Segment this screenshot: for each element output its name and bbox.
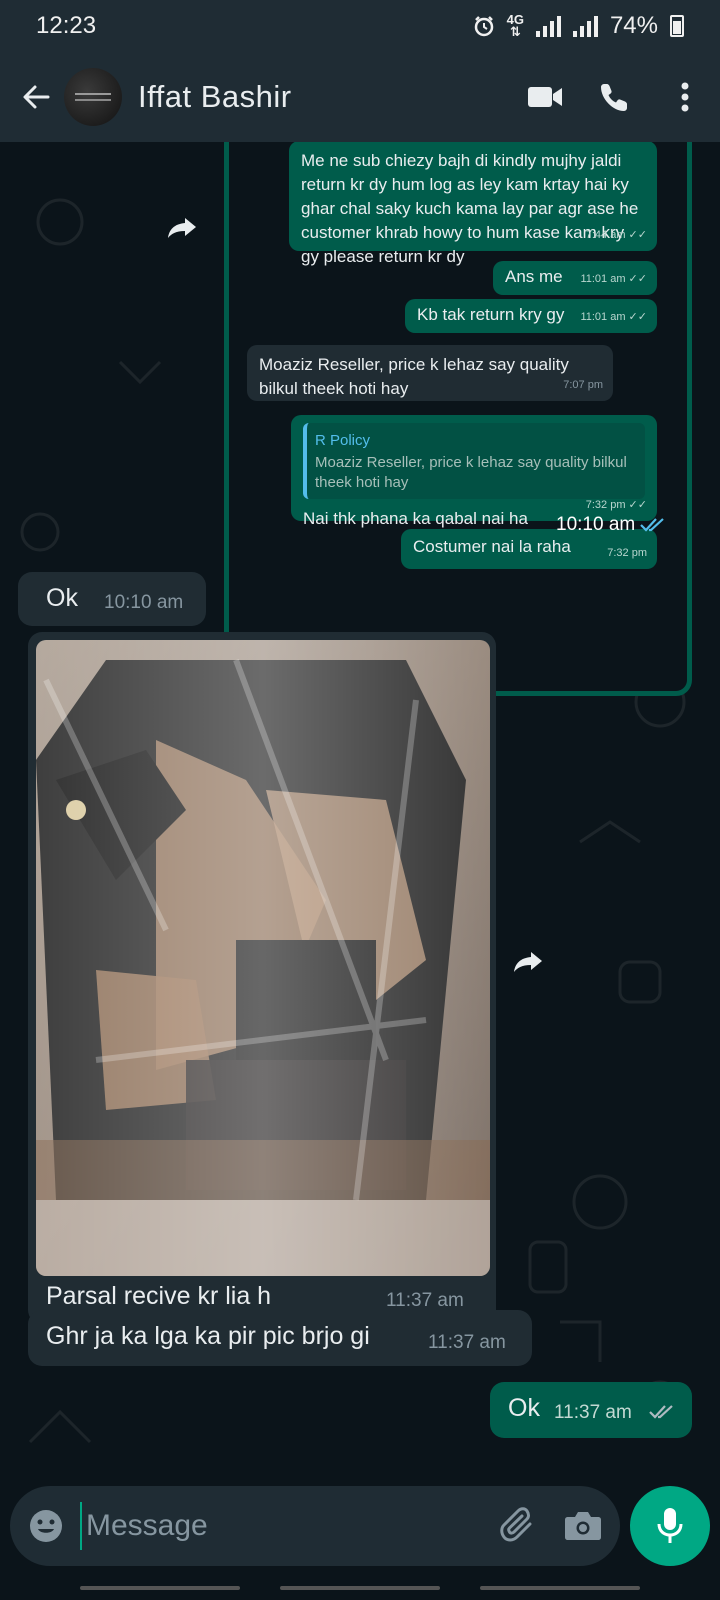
screenshot-message: Me ne sub chiezy bajh di kindly mujhy ja… bbox=[289, 142, 657, 266]
message-text: Ok bbox=[46, 584, 78, 612]
network-type: 4G ⇅ bbox=[506, 12, 524, 39]
screenshot-image[interactable]: Me ne sub chiezy bajh di kindly mujhy ja… bbox=[224, 142, 692, 696]
forward-button[interactable] bbox=[508, 942, 548, 982]
message-input[interactable] bbox=[80, 1502, 500, 1550]
signal-icon bbox=[535, 15, 561, 37]
message-bubble-outgoing[interactable]: Ok 11:37 am bbox=[490, 1382, 692, 1438]
screenshot-message-time: 11:01 am ✓✓ bbox=[580, 311, 647, 323]
chat-header: Iffat Bashir bbox=[0, 52, 720, 142]
message-caption: Parsal recive kr lia h bbox=[46, 1282, 272, 1310]
message-time: 11:37 am bbox=[554, 1402, 632, 1423]
parcel-image bbox=[36, 640, 490, 1276]
screenshot-message-time: 7:44 am ✓✓ bbox=[585, 229, 647, 241]
signal-icon-2 bbox=[572, 15, 598, 37]
battery-level: 74% bbox=[609, 12, 658, 39]
screenshot-message: Ans me 11:01 am ✓✓ bbox=[493, 261, 657, 295]
avatar[interactable] bbox=[64, 68, 122, 126]
emoji-icon[interactable] bbox=[28, 1508, 64, 1544]
attach-icon[interactable] bbox=[500, 1506, 540, 1546]
voice-record-button[interactable] bbox=[630, 1486, 710, 1566]
contact-name[interactable]: Iffat Bashir bbox=[138, 79, 510, 115]
forward-icon bbox=[168, 218, 196, 238]
screenshot-message-time: 7:07 pm bbox=[563, 379, 603, 391]
alarm-icon bbox=[474, 16, 493, 37]
phone-icon bbox=[601, 84, 627, 111]
screenshot-message-time: 7:32 pm bbox=[607, 547, 647, 559]
double-check-icon bbox=[649, 1405, 673, 1419]
screenshot-message-time: 11:01 am ✓✓ bbox=[580, 273, 647, 285]
video-camera-icon bbox=[528, 87, 562, 107]
message-time: 11:37 am bbox=[428, 1332, 506, 1353]
message-text: Ok bbox=[508, 1394, 540, 1422]
screenshot-message: Moaziz Reseller, price k lehaz say quali… bbox=[247, 345, 613, 401]
forward-button[interactable] bbox=[162, 208, 202, 248]
menu-button[interactable] bbox=[650, 62, 720, 132]
back-button[interactable] bbox=[8, 69, 64, 125]
microphone-icon bbox=[657, 1508, 683, 1543]
arrow-left-icon bbox=[23, 85, 50, 109]
status-time: 12:23 bbox=[36, 12, 97, 39]
message-text: Ghr ja ka lga ka pir pic brjo gi bbox=[46, 1322, 370, 1350]
voice-call-button[interactable] bbox=[580, 62, 650, 132]
message-time: 10:10 am bbox=[104, 592, 184, 613]
forward-icon bbox=[514, 952, 542, 972]
message-bubble-incoming[interactable]: Ghr ja ka lga ka pir pic brjo gi 11:37 a… bbox=[28, 1310, 532, 1366]
read-ticks-icon bbox=[640, 518, 664, 532]
camera-icon[interactable] bbox=[564, 1510, 602, 1542]
message-bubble-incoming[interactable]: Ok 10:10 am bbox=[18, 572, 206, 626]
parcel-photo[interactable] bbox=[36, 640, 490, 1276]
message-time: 11:37 am bbox=[386, 1290, 464, 1311]
battery-icon bbox=[670, 15, 684, 37]
message-composer bbox=[10, 1486, 620, 1566]
screenshot-sent-time: 10:10 am bbox=[556, 514, 667, 536]
status-bar: 12:23 4G ⇅ 74% bbox=[0, 0, 720, 52]
message-bubble-incoming[interactable]: Parsal recive kr lia h 11:37 am bbox=[28, 632, 496, 1324]
video-call-button[interactable] bbox=[510, 62, 580, 132]
screenshot-message: Kb tak return kry gy 11:01 am ✓✓ bbox=[405, 299, 657, 333]
quoted-reply: R Policy Moaziz Reseller, price k lehaz … bbox=[303, 423, 645, 499]
message-list[interactable]: Me ne sub chiezy bajh di kindly mujhy ja… bbox=[0, 142, 720, 1482]
screenshot-message: R Policy Moaziz Reseller, price k lehaz … bbox=[291, 415, 657, 528]
system-nav-bar bbox=[0, 1580, 720, 1600]
more-vertical-icon bbox=[681, 82, 689, 112]
